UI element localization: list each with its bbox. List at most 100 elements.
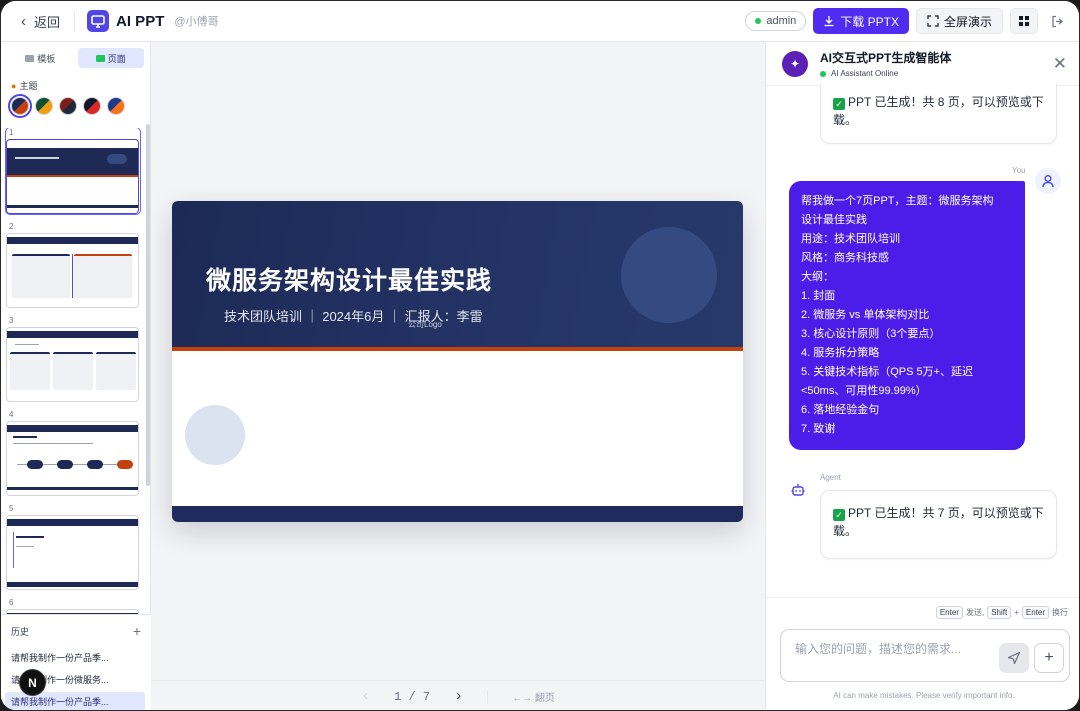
slide-preview — [6, 139, 139, 214]
fullscreen-icon — [927, 15, 939, 27]
slide-preview — [6, 233, 139, 308]
tab-templates[interactable]: 模板 — [7, 48, 74, 68]
slide-thumb-1[interactable]: 1 — [5, 128, 141, 215]
download-icon — [824, 16, 834, 27]
download-pptx-button[interactable]: 下载 PPTX — [813, 8, 909, 34]
decor-circle — [621, 227, 717, 323]
theme-swatch-3[interactable] — [59, 97, 77, 115]
user-avatar-n[interactable]: N — [19, 669, 46, 696]
kbd-enter: Enter — [935, 606, 963, 619]
send-button[interactable] — [999, 643, 1029, 673]
attach-button[interactable]: + — [1034, 643, 1064, 673]
slide-logo: 公司Logo — [408, 320, 442, 329]
slide-thumb-5[interactable]: 5 — [6, 504, 140, 590]
slide-thumbnails: 1 2 3 4 5 6 — [1, 128, 151, 614]
history-item-1[interactable]: 请帮我制作一份产品季... — [11, 651, 141, 664]
agent-message-text: PPT 已生成！共 7 页，可以预览或下载。 — [833, 506, 1044, 538]
slide-pager: ‹ 1 / 7 › ←→ 翻页 — [151, 680, 765, 710]
kbd-newline-text: 换行 — [1052, 608, 1068, 617]
you-label: You — [1012, 166, 1026, 175]
slide-preview — [6, 327, 139, 402]
user-message-line: 设计最佳实践 — [801, 214, 867, 226]
history-label: 历史 — [11, 626, 30, 637]
theme-heading: ● 主题 — [11, 79, 150, 92]
prev-slide-button[interactable]: ‹ — [361, 688, 370, 705]
chat-input[interactable] — [795, 642, 995, 656]
user-message-line: 6. 落地经验金句 — [801, 404, 880, 416]
slide-subtitle: 技术团队培训 ｜ 2024年6月 ｜ 汇报人：李雷 — [224, 309, 483, 324]
slide-thumb-3[interactable]: 3 — [6, 316, 140, 402]
back-button[interactable]: ‹ 返回 — [13, 11, 76, 31]
new-history-button[interactable]: + — [133, 624, 141, 638]
send-icon — [1007, 651, 1021, 665]
admin-badge[interactable]: admin — [745, 11, 807, 31]
fullscreen-label: 全屏演示 — [943, 14, 992, 29]
chat-panel: ✦ AI交互式PPT生成智能体 AI Assistant Online ✕ ✓ P… — [765, 42, 1079, 710]
user-message-line: 4. 服务拆分策略 — [801, 347, 880, 359]
slide-thumb-4[interactable]: 4 — [6, 410, 140, 496]
grid-view-button[interactable] — [1010, 8, 1038, 34]
keyboard-hints: Enter 发送, Shift + Enter 换行 — [766, 597, 1079, 627]
theme-swatch-5[interactable] — [107, 97, 125, 115]
sparkle-icon: ✦ — [782, 50, 808, 77]
slide-number: 5 — [9, 504, 14, 513]
disclaimer: AI can make mistakes. Please verify impo… — [833, 691, 1015, 700]
check-icon: ✓ — [833, 509, 845, 521]
decor-circle-small — [185, 405, 245, 465]
slide-thumb-2[interactable]: 2 — [6, 222, 140, 308]
online-dot-icon — [755, 18, 762, 24]
back-label: 返回 — [34, 14, 61, 30]
user-message-line: 帮我做一个7页PPT，主题：微服务架构 — [801, 195, 994, 207]
template-icon — [25, 54, 35, 62]
chat-input-box: + — [780, 629, 1070, 682]
tab-pages[interactable]: 页面 — [77, 48, 144, 68]
slide-number: 3 — [9, 316, 14, 325]
slide-number: 1 — [9, 128, 14, 137]
chat-header: ✦ AI交互式PPT生成智能体 AI Assistant Online ✕ — [766, 42, 1079, 86]
slide-title: 微服务架构设计最佳实践 — [206, 267, 493, 295]
logout-icon — [1051, 15, 1063, 27]
chat-title: AI交互式PPT生成智能体 — [820, 51, 952, 65]
pages-icon — [95, 54, 105, 62]
agent-message: ✓ PPT 已生成！共 7 页，可以预览或下载。 — [820, 490, 1057, 559]
kbd-shift: Shift — [987, 606, 1012, 619]
theme-swatch-4[interactable] — [83, 97, 101, 115]
slide-footer-band — [172, 506, 743, 522]
theme-swatch-2[interactable] — [35, 97, 53, 115]
palette-icon: ● — [11, 80, 17, 91]
chat-status: AI Assistant Online — [820, 69, 951, 78]
user-icon — [1035, 168, 1061, 194]
close-icon[interactable]: ✕ — [1053, 54, 1067, 74]
user-message-line: 7. 致谢 — [801, 423, 836, 435]
chat-status-text: AI Assistant Online — [831, 69, 899, 78]
theme-label: 主题 — [19, 81, 38, 91]
plus-icon: + — [1044, 649, 1054, 666]
online-dot-icon — [820, 70, 826, 77]
next-slide-button[interactable]: › — [454, 688, 463, 705]
logout-button[interactable] — [1045, 8, 1069, 34]
slide-preview — [6, 515, 139, 590]
user-message-line: 大纲： — [801, 271, 834, 283]
mode-tabs: 模板 页面 — [7, 48, 144, 68]
tab-templates-label: 模板 — [37, 53, 56, 64]
agent-label: Agent — [820, 473, 841, 482]
fullscreen-button[interactable]: 全屏演示 — [915, 8, 1003, 34]
page-indicator: 1 / 7 — [394, 689, 431, 704]
top-bar: ‹ 返回 AI PPT @小傅哥 admin 下载 PPTX 全屏演示 — [1, 1, 1079, 42]
slides-scrollbar[interactable] — [146, 124, 150, 486]
user-message-line: 风格：商务科技感 — [801, 252, 889, 264]
grid-icon — [1019, 16, 1029, 26]
top-actions: admin 下载 PPTX 全屏演示 — [745, 8, 1069, 34]
slide-main[interactable]: 微服务架构设计最佳实践 技术团队培训 ｜ 2024年6月 ｜ 汇报人：李雷 公司… — [172, 201, 743, 522]
user-message-line: 3. 核心设计原则（3个要点） — [801, 328, 941, 340]
user-message-line: 2. 微服务 vs 单体架构对比 — [801, 309, 930, 321]
slide-thumb-6[interactable]: 6 — [6, 598, 140, 614]
pager-hint: ←→ 翻页 — [512, 693, 555, 704]
chat-title-wrap: AI交互式PPT生成智能体 AI Assistant Online — [820, 49, 951, 78]
slide-canvas: 微服务架构设计最佳实践 技术团队培训 ｜ 2024年6月 ｜ 汇报人：李雷 公司… — [151, 42, 765, 710]
robot-icon — [788, 480, 808, 500]
user-message: 帮我做一个7页PPT，主题：微服务架构 设计最佳实践 用途：技术团队培训 风格：商务科… — [789, 181, 1025, 450]
history-item-3[interactable]: 请帮我制作一份产品季... — [5, 692, 145, 710]
theme-swatch-1[interactable] — [8, 94, 32, 118]
kbd-send-text: 发送, — [965, 608, 985, 617]
